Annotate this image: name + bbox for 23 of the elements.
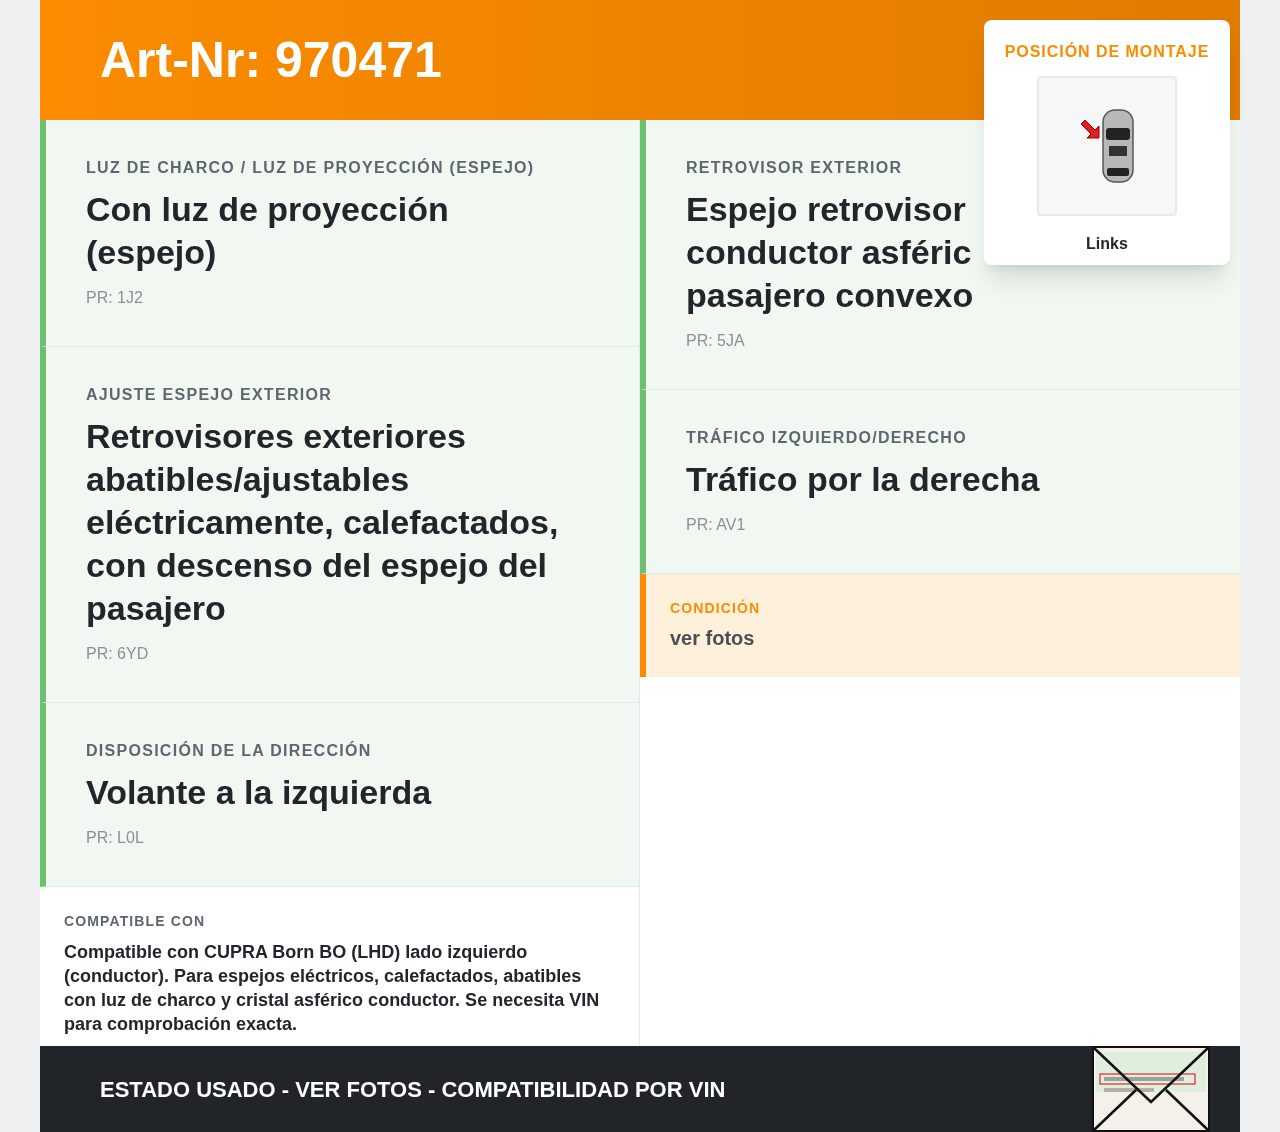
- spec-label: RETROVISOR EXTERIOR: [686, 158, 904, 178]
- pr-code: PR: 1J2: [86, 288, 144, 308]
- spec-value: Con luz de proyección (espejo): [86, 189, 450, 273]
- condition-label: CONDICIÓN: [670, 598, 762, 618]
- spec-value: Espejo retrovisor conductor asféric pasajero convexo: [686, 189, 974, 316]
- spec-label: LUZ DE CHARCO / LUZ DE PROYECCIÓN (ESPEJO): [86, 157, 536, 178]
- article-number: Art-Nr: 970471: [100, 30, 442, 90]
- spec-label: DISPOSICIÓN DE LA DIRECCIÓN: [86, 740, 373, 761]
- spec-value: Tráfico por la derecha: [686, 459, 1040, 500]
- spec-value: Retrovisores exteriores abatibles/ajustables eléctricamente, calefactados, con descenso del espejo del pasajero: [86, 416, 560, 629]
- spec-label: TRÁFICO IZQUIERDO/DERECHO: [686, 427, 968, 448]
- popup-caption: Links: [1086, 234, 1128, 254]
- pr-code: PR: AV1: [686, 515, 747, 535]
- pr-code: PR: 6YD: [86, 644, 150, 664]
- compatibility-text: Compatible con CUPRA Born BO (LHD) lado izquierdo (conductor). Para espejos eléctricos, calefactados, abatibles con luz de charco y cristal asférico conductor. Se necesita VIN para comprobación exacta.: [64, 941, 601, 1036]
- pr-code: PR: L0L: [86, 828, 145, 848]
- pr-code: PR: 5JA: [686, 331, 746, 351]
- spec-value: Volante a la izquierda: [86, 772, 432, 813]
- compatibility-label: COMPATIBLE CON: [64, 912, 207, 931]
- footer-text: ESTADO USADO - VER FOTOS - COMPATIBILIDAD POR VIN: [100, 1075, 726, 1104]
- spec-label: AJUSTE ESPEJO EXTERIOR: [86, 385, 333, 405]
- popup-title: POSICIÓN DE MONTAJE: [1004, 41, 1210, 62]
- condition-value: ver fotos: [670, 626, 756, 651]
